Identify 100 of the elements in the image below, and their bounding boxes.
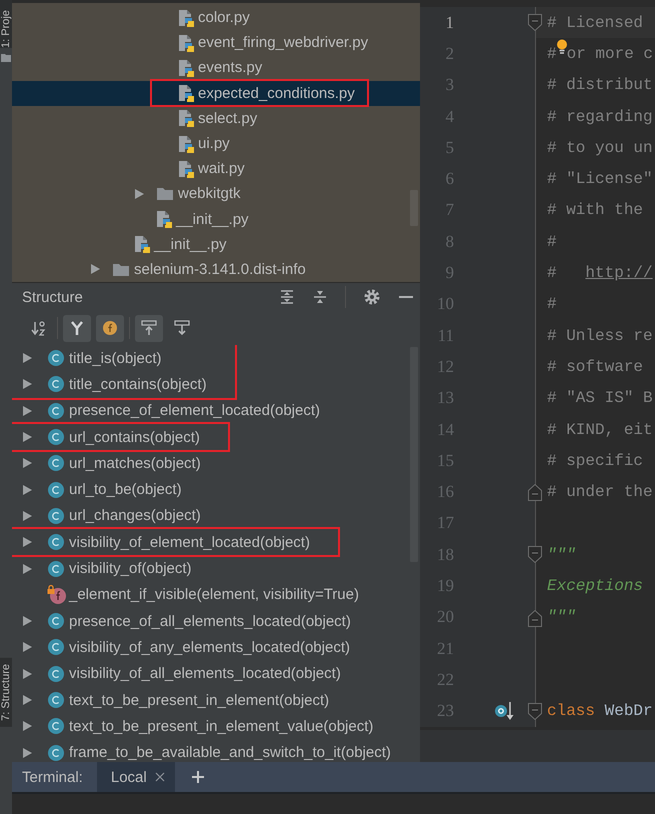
terminal-tab[interactable]: Local <box>96 762 175 792</box>
toggle-button[interactable] <box>63 314 91 342</box>
code-text: # with the <box>547 201 644 220</box>
code-text: # to you un <box>547 138 653 157</box>
structure-item[interactable]: url_contains(object) <box>69 428 200 446</box>
toggle-button[interactable] <box>135 314 163 342</box>
expand-arrow-icon[interactable] <box>22 431 32 444</box>
expand-arrow-icon[interactable] <box>22 404 32 417</box>
expand-arrow-icon[interactable] <box>22 746 32 759</box>
expand-arrow-icon[interactable] <box>22 352 32 364</box>
tool-window-tab[interactable]: 1: Proje <box>0 0 12 48</box>
expand-arrow-icon[interactable] <box>22 720 32 732</box>
expand-arrow-icon[interactable] <box>22 615 32 628</box>
code-link[interactable]: http:// <box>585 264 653 282</box>
code-text: # specific <box>547 452 644 470</box>
fork-icon <box>69 320 85 336</box>
class-icon <box>48 350 64 366</box>
file-name[interactable]: events.py <box>198 59 262 76</box>
expand-arrow-icon[interactable] <box>22 536 32 548</box>
add-icon[interactable] <box>190 770 205 784</box>
sort-icon <box>30 320 46 336</box>
code-text: # distribut <box>547 76 653 94</box>
code-text: class <box>547 702 596 720</box>
structure-item[interactable]: visibility_of_any_elements_located(object) <box>69 638 350 656</box>
structure-item[interactable]: title_is(object) <box>69 350 162 367</box>
implemented-icon[interactable] <box>494 701 514 722</box>
file-name[interactable]: color.py <box>198 9 250 26</box>
python-file-icon <box>178 84 194 102</box>
structure-item[interactable]: visibility_of(object) <box>69 560 192 578</box>
fold-marker-icon[interactable] <box>527 545 543 566</box>
python-file-icon <box>134 235 150 254</box>
class-icon <box>48 534 64 550</box>
code-text: # <box>547 232 557 251</box>
panel-title: Terminal: <box>22 768 83 786</box>
expand-arrow-icon[interactable] <box>22 694 32 706</box>
code-text: or more c <box>566 44 654 63</box>
code-text: # <box>547 264 558 282</box>
class-icon <box>48 744 64 761</box>
code-text: # Licensed <box>547 14 644 32</box>
structure-item[interactable]: presence_of_all_elements_located(object) <box>69 612 351 630</box>
structure-item[interactable]: visibility_of_element_located(object) <box>69 534 310 551</box>
code-text: # "License" <box>547 170 653 188</box>
code-text: Exceptions <box>547 576 644 595</box>
file-name[interactable]: ui.py <box>198 135 230 152</box>
expand-arrow-icon[interactable] <box>22 641 32 654</box>
fold-marker-icon[interactable] <box>527 482 543 502</box>
expand-arrow-icon[interactable] <box>22 457 32 470</box>
class-icon <box>48 639 64 656</box>
expand-arrow-icon[interactable] <box>22 668 32 680</box>
file-name[interactable]: expected_conditions.py <box>198 84 355 102</box>
close-icon[interactable] <box>154 772 165 782</box>
structure-item[interactable]: _element_if_visible(element, visibility=True) <box>69 586 359 604</box>
structure-item[interactable]: url_changes(object) <box>69 507 201 524</box>
code-text: """ <box>547 608 576 626</box>
structure-item[interactable]: title_contains(object) <box>69 376 207 393</box>
file-name[interactable]: event_firing_webdriver.py <box>198 34 368 52</box>
python-file-icon <box>178 109 194 128</box>
file-name[interactable]: select.py <box>198 110 258 127</box>
expand-arrow-icon[interactable] <box>22 378 32 390</box>
panel-title: Structure <box>22 288 83 306</box>
python-file-icon <box>156 210 172 228</box>
class-icon <box>48 402 64 419</box>
code-text: # <box>547 44 557 63</box>
expand-all-icon[interactable] <box>279 289 295 305</box>
folder-icon[interactable] <box>1 53 11 62</box>
structure-item[interactable]: presence_of_element_located(object) <box>69 402 320 420</box>
expand-arrow-icon[interactable] <box>22 484 32 496</box>
file-name[interactable]: wait.py <box>198 160 245 178</box>
expand-arrow-icon[interactable] <box>22 510 32 522</box>
code-text: # software <box>547 358 644 376</box>
folder-name[interactable]: selenium-3.141.0.dist-info <box>134 260 306 278</box>
file-name[interactable]: __init__.py <box>176 210 249 228</box>
fold-marker-icon[interactable] <box>527 702 543 722</box>
python-file-icon <box>178 8 194 27</box>
structure-item[interactable]: visibility_of_all_elements_located(object) <box>69 665 341 682</box>
folder-name[interactable]: webkitgtk <box>178 185 241 202</box>
file-name[interactable]: __init__.py <box>154 236 227 253</box>
class-icon <box>48 376 64 392</box>
structure-item[interactable]: text_to_be_present_in_element(object) <box>69 692 330 708</box>
field-icon <box>102 320 118 336</box>
settings-icon[interactable] <box>363 288 381 306</box>
structure-item[interactable]: url_matches(object) <box>69 454 201 472</box>
structure-item[interactable]: frame_to_be_available_and_switch_to_it(object) <box>69 744 391 762</box>
class-icon <box>48 508 64 524</box>
toggle-button[interactable] <box>96 314 124 342</box>
expand-arrow-icon[interactable] <box>22 562 32 575</box>
collapse-all-icon[interactable] <box>312 289 328 305</box>
tool-window-tab[interactable]: 7: Structure <box>0 658 12 727</box>
line-number: 1 <box>444 12 454 33</box>
code-text: # under the <box>547 483 653 502</box>
expand-arrow-icon[interactable] <box>90 263 100 276</box>
lightbulb-icon[interactable] <box>556 39 567 56</box>
python-file-icon <box>178 58 194 77</box>
tab-label: Local <box>110 768 147 786</box>
structure-item[interactable]: url_to_be(object) <box>69 481 182 498</box>
structure-item[interactable]: text_to_be_present_in_element_value(object) <box>69 718 374 735</box>
expand-arrow-icon[interactable] <box>134 188 144 200</box>
code-text: WebDr <box>604 702 653 720</box>
code-text: # regarding <box>547 108 653 126</box>
class-icon <box>48 613 64 630</box>
